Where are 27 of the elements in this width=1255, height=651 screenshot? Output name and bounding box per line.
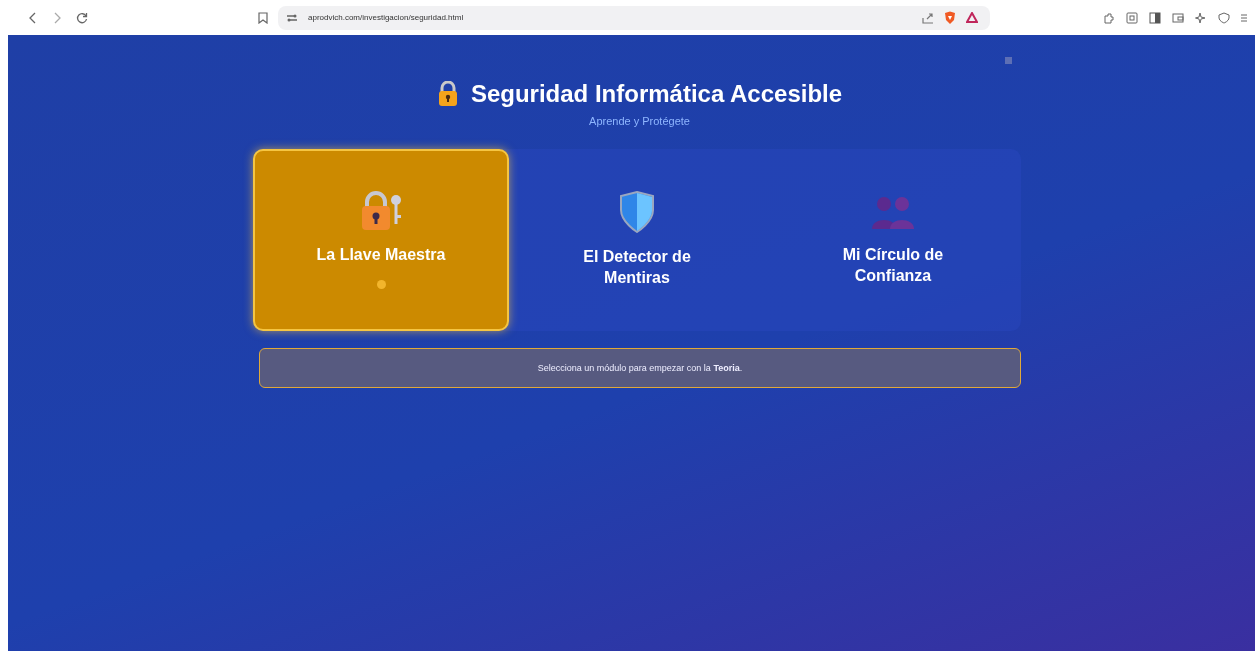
small-square-icon [1005, 57, 1012, 64]
module-card[interactable]: El Detector de Mentiras [509, 149, 765, 331]
site-settings-icon[interactable] [286, 12, 298, 23]
reload-icon[interactable] [76, 11, 88, 24]
address-bar[interactable]: aprodvich.com/investigacion/seguridad.html [278, 5, 990, 30]
url-text: aprodvich.com/investigacion/seguridad.html [308, 13, 464, 22]
module-card[interactable]: Mi Círculo de Confianza [765, 149, 1021, 331]
selected-dot [376, 279, 386, 289]
page-title: Seguridad Informática Accesible [470, 80, 843, 108]
vpn-icon[interactable] [1218, 11, 1230, 24]
wallet-icon[interactable] [1172, 11, 1184, 24]
padlock-icon [436, 81, 459, 107]
triangle-icon[interactable] [966, 12, 978, 23]
forward-icon[interactable] [52, 11, 62, 24]
extensions-icon[interactable] [1103, 11, 1115, 24]
back-icon[interactable] [28, 11, 38, 24]
shield-icon [619, 191, 655, 234]
bookmark-icon[interactable] [258, 11, 268, 24]
message-text: Selecciona un módulo para empezar con la Teoria. [537, 363, 743, 373]
module-title: La Llave Maestra [315, 245, 447, 266]
module-title: Mi Círculo de Confianza [841, 245, 945, 286]
sidebar-icon[interactable] [1149, 11, 1161, 24]
share-icon[interactable] [922, 11, 934, 24]
module-title: El Detector de Mentiras [582, 247, 692, 288]
page-subtitle: Aprende y Protégete [589, 115, 690, 127]
shield-icon[interactable] [944, 10, 956, 25]
reader-icon[interactable] [1126, 11, 1138, 24]
